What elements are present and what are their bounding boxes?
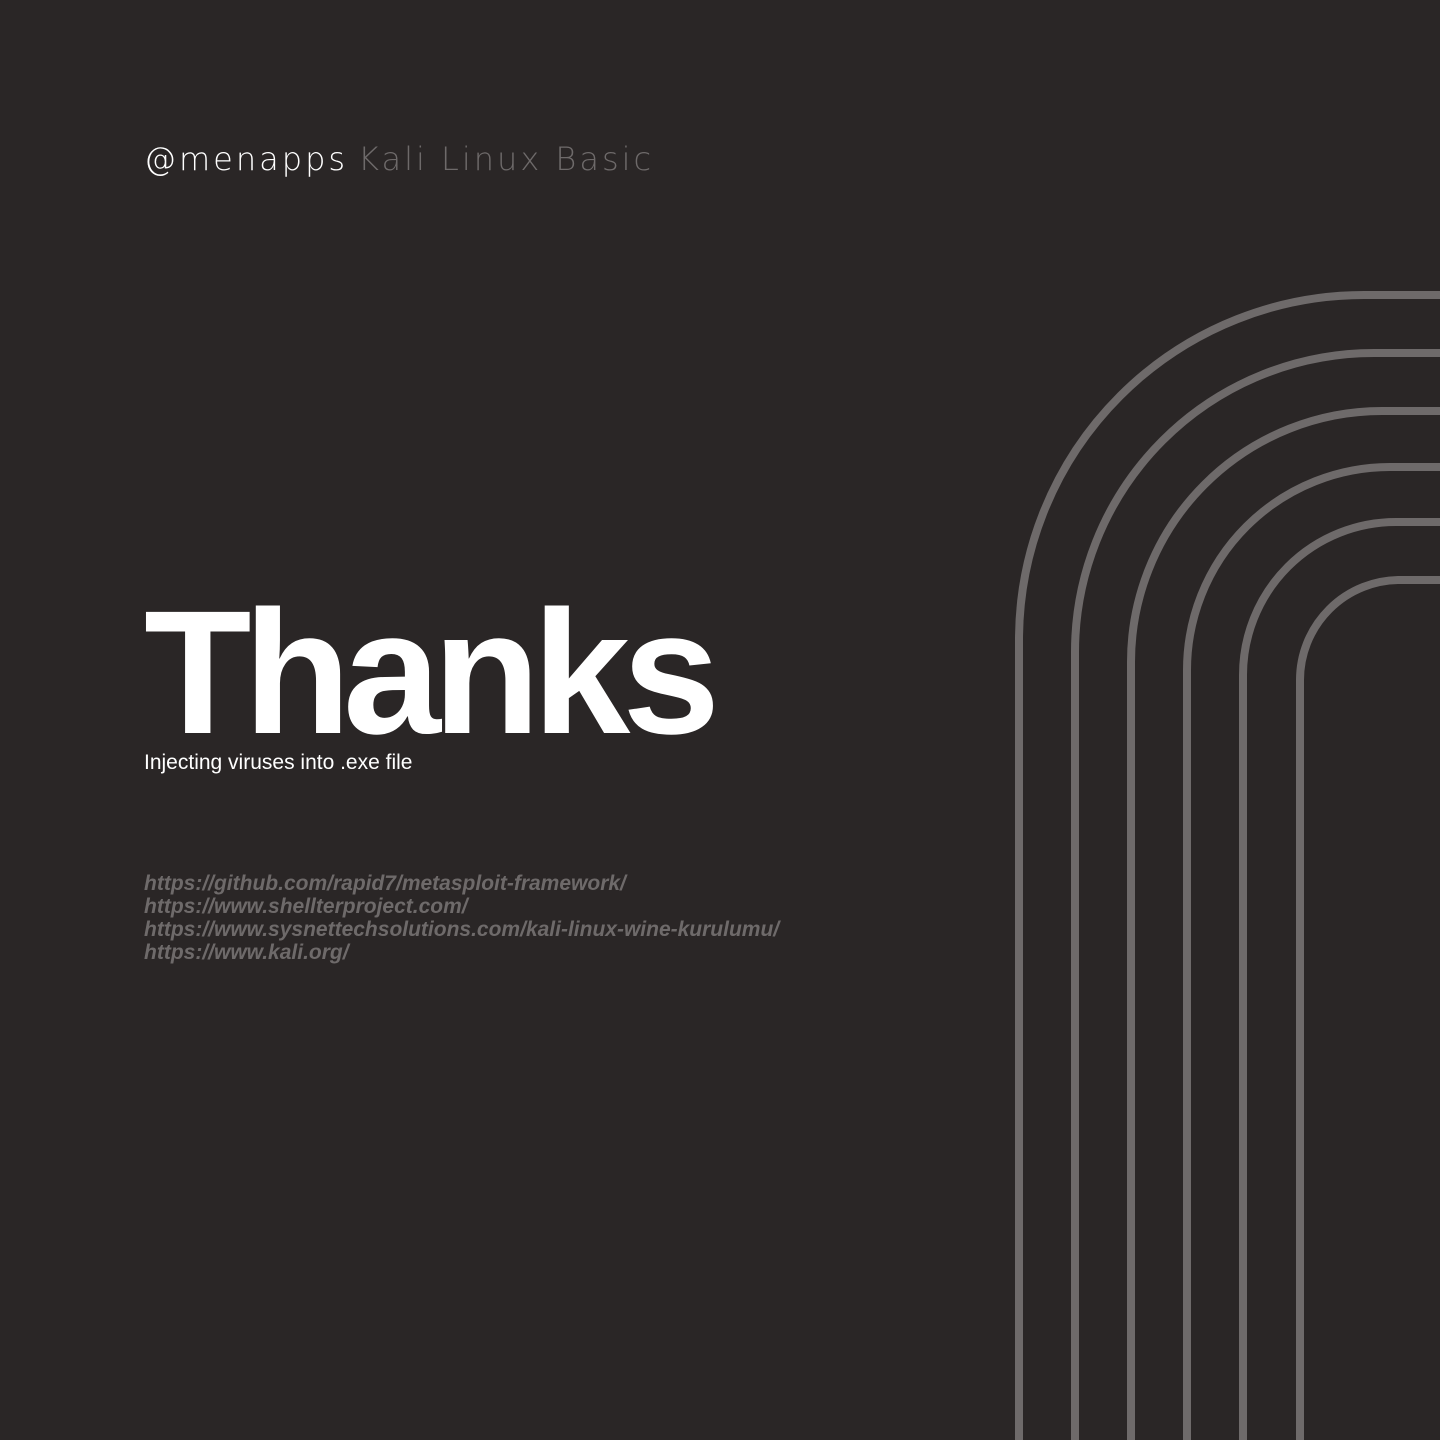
arch-4 xyxy=(1183,463,1440,1440)
arch-5 xyxy=(1239,518,1440,1440)
concentric-arches-graphic xyxy=(1015,291,1440,1440)
arch-6 xyxy=(1296,576,1440,1440)
